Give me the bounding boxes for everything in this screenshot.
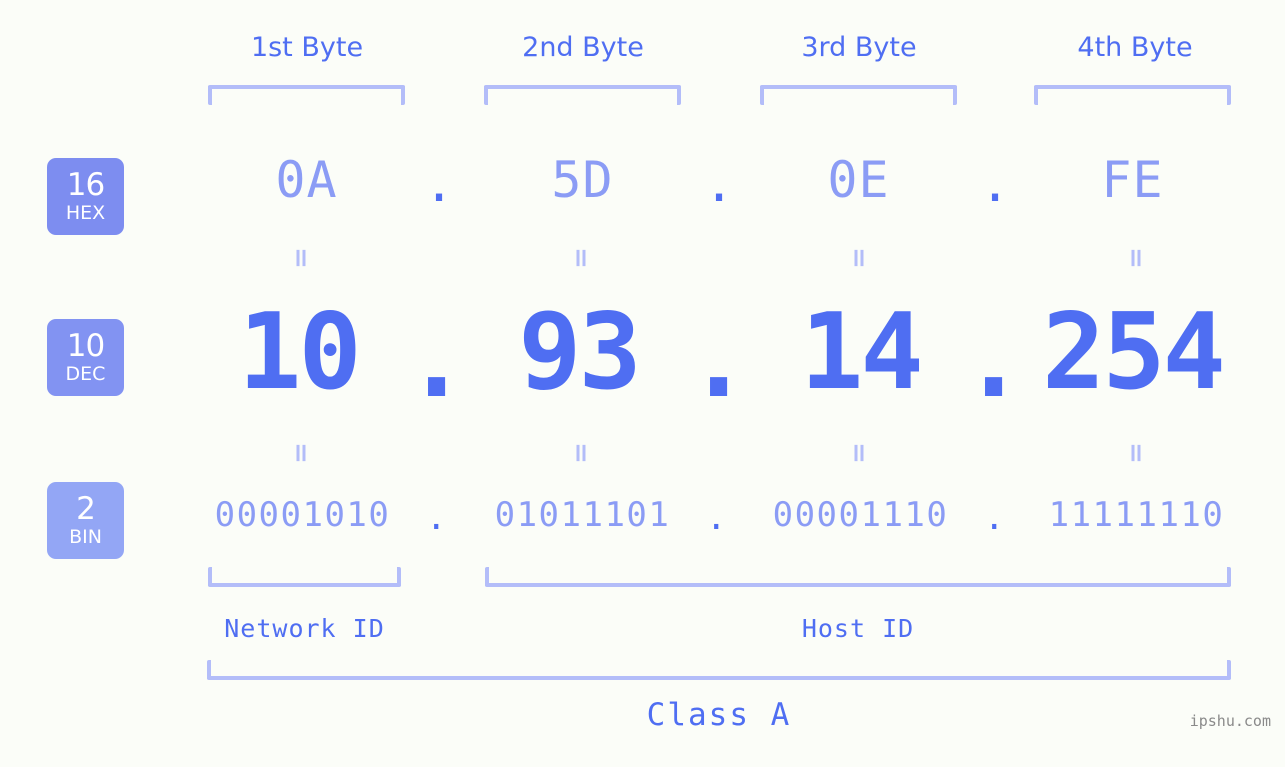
byte-bracket-3 (760, 85, 957, 105)
equals-mark-hex-dec-4: = (1121, 247, 1151, 269)
hex-byte-2: 5D (551, 151, 614, 209)
equals-mark-dec-bin-1: = (286, 442, 316, 464)
bin-byte-1: 00001010 (214, 495, 391, 535)
dec-row: 10 . 93 . 14 . 254 (0, 291, 1285, 421)
host-id-label: Host ID (801, 614, 915, 643)
hex-row: 0A . 5D . 0E . FE (0, 155, 1285, 221)
dec-separator-1: . (405, 299, 468, 421)
class-label: Class A (646, 697, 792, 733)
bin-separator-2: . (706, 498, 728, 538)
equals-mark-hex-dec-3: = (844, 247, 874, 269)
class-bracket (207, 660, 1231, 680)
ip-address-diagram: 1st Byte 2nd Byte 3rd Byte 4th Byte 16 H… (0, 0, 1285, 767)
hex-byte-4: FE (1101, 151, 1164, 209)
host-id-bracket (485, 567, 1231, 587)
hex-separator-3: . (980, 155, 1012, 213)
byte-header-1: 1st Byte (250, 32, 364, 63)
byte-bracket-2 (484, 85, 681, 105)
hex-byte-1: 0A (275, 151, 338, 209)
byte-header-3: 3rd Byte (801, 32, 917, 63)
bin-byte-4: 11111110 (1048, 495, 1225, 535)
dec-byte-2: 93 (518, 291, 641, 413)
dec-byte-3: 14 (800, 291, 923, 413)
equals-mark-dec-bin-3: = (844, 442, 874, 464)
dec-separator-3: . (962, 299, 1025, 421)
hex-separator-1: . (424, 155, 456, 213)
bin-separator-1: . (426, 498, 448, 538)
equals-mark-dec-bin-4: = (1121, 442, 1151, 464)
network-id-bracket (208, 567, 401, 587)
dec-separator-2: . (687, 299, 750, 421)
equals-mark-hex-dec-2: = (566, 247, 596, 269)
network-id-label: Network ID (224, 614, 385, 643)
dec-byte-1: 10 (238, 291, 361, 413)
hex-separator-2: . (704, 155, 736, 213)
equals-mark-dec-bin-2: = (566, 442, 596, 464)
bin-row: 00001010 . 01011101 . 00001110 . 1111111… (0, 498, 1285, 548)
bin-separator-3: . (984, 498, 1006, 538)
site-watermark: ipshu.com (1189, 712, 1271, 730)
hex-byte-3: 0E (827, 151, 890, 209)
byte-header-2: 2nd Byte (522, 32, 644, 63)
dec-byte-4: 254 (1042, 291, 1226, 413)
byte-bracket-1 (208, 85, 405, 105)
byte-bracket-4 (1034, 85, 1231, 105)
bin-byte-2: 01011101 (494, 495, 671, 535)
byte-header-4: 4th Byte (1077, 32, 1193, 63)
bin-byte-3: 00001110 (772, 495, 949, 535)
equals-mark-hex-dec-1: = (286, 247, 316, 269)
